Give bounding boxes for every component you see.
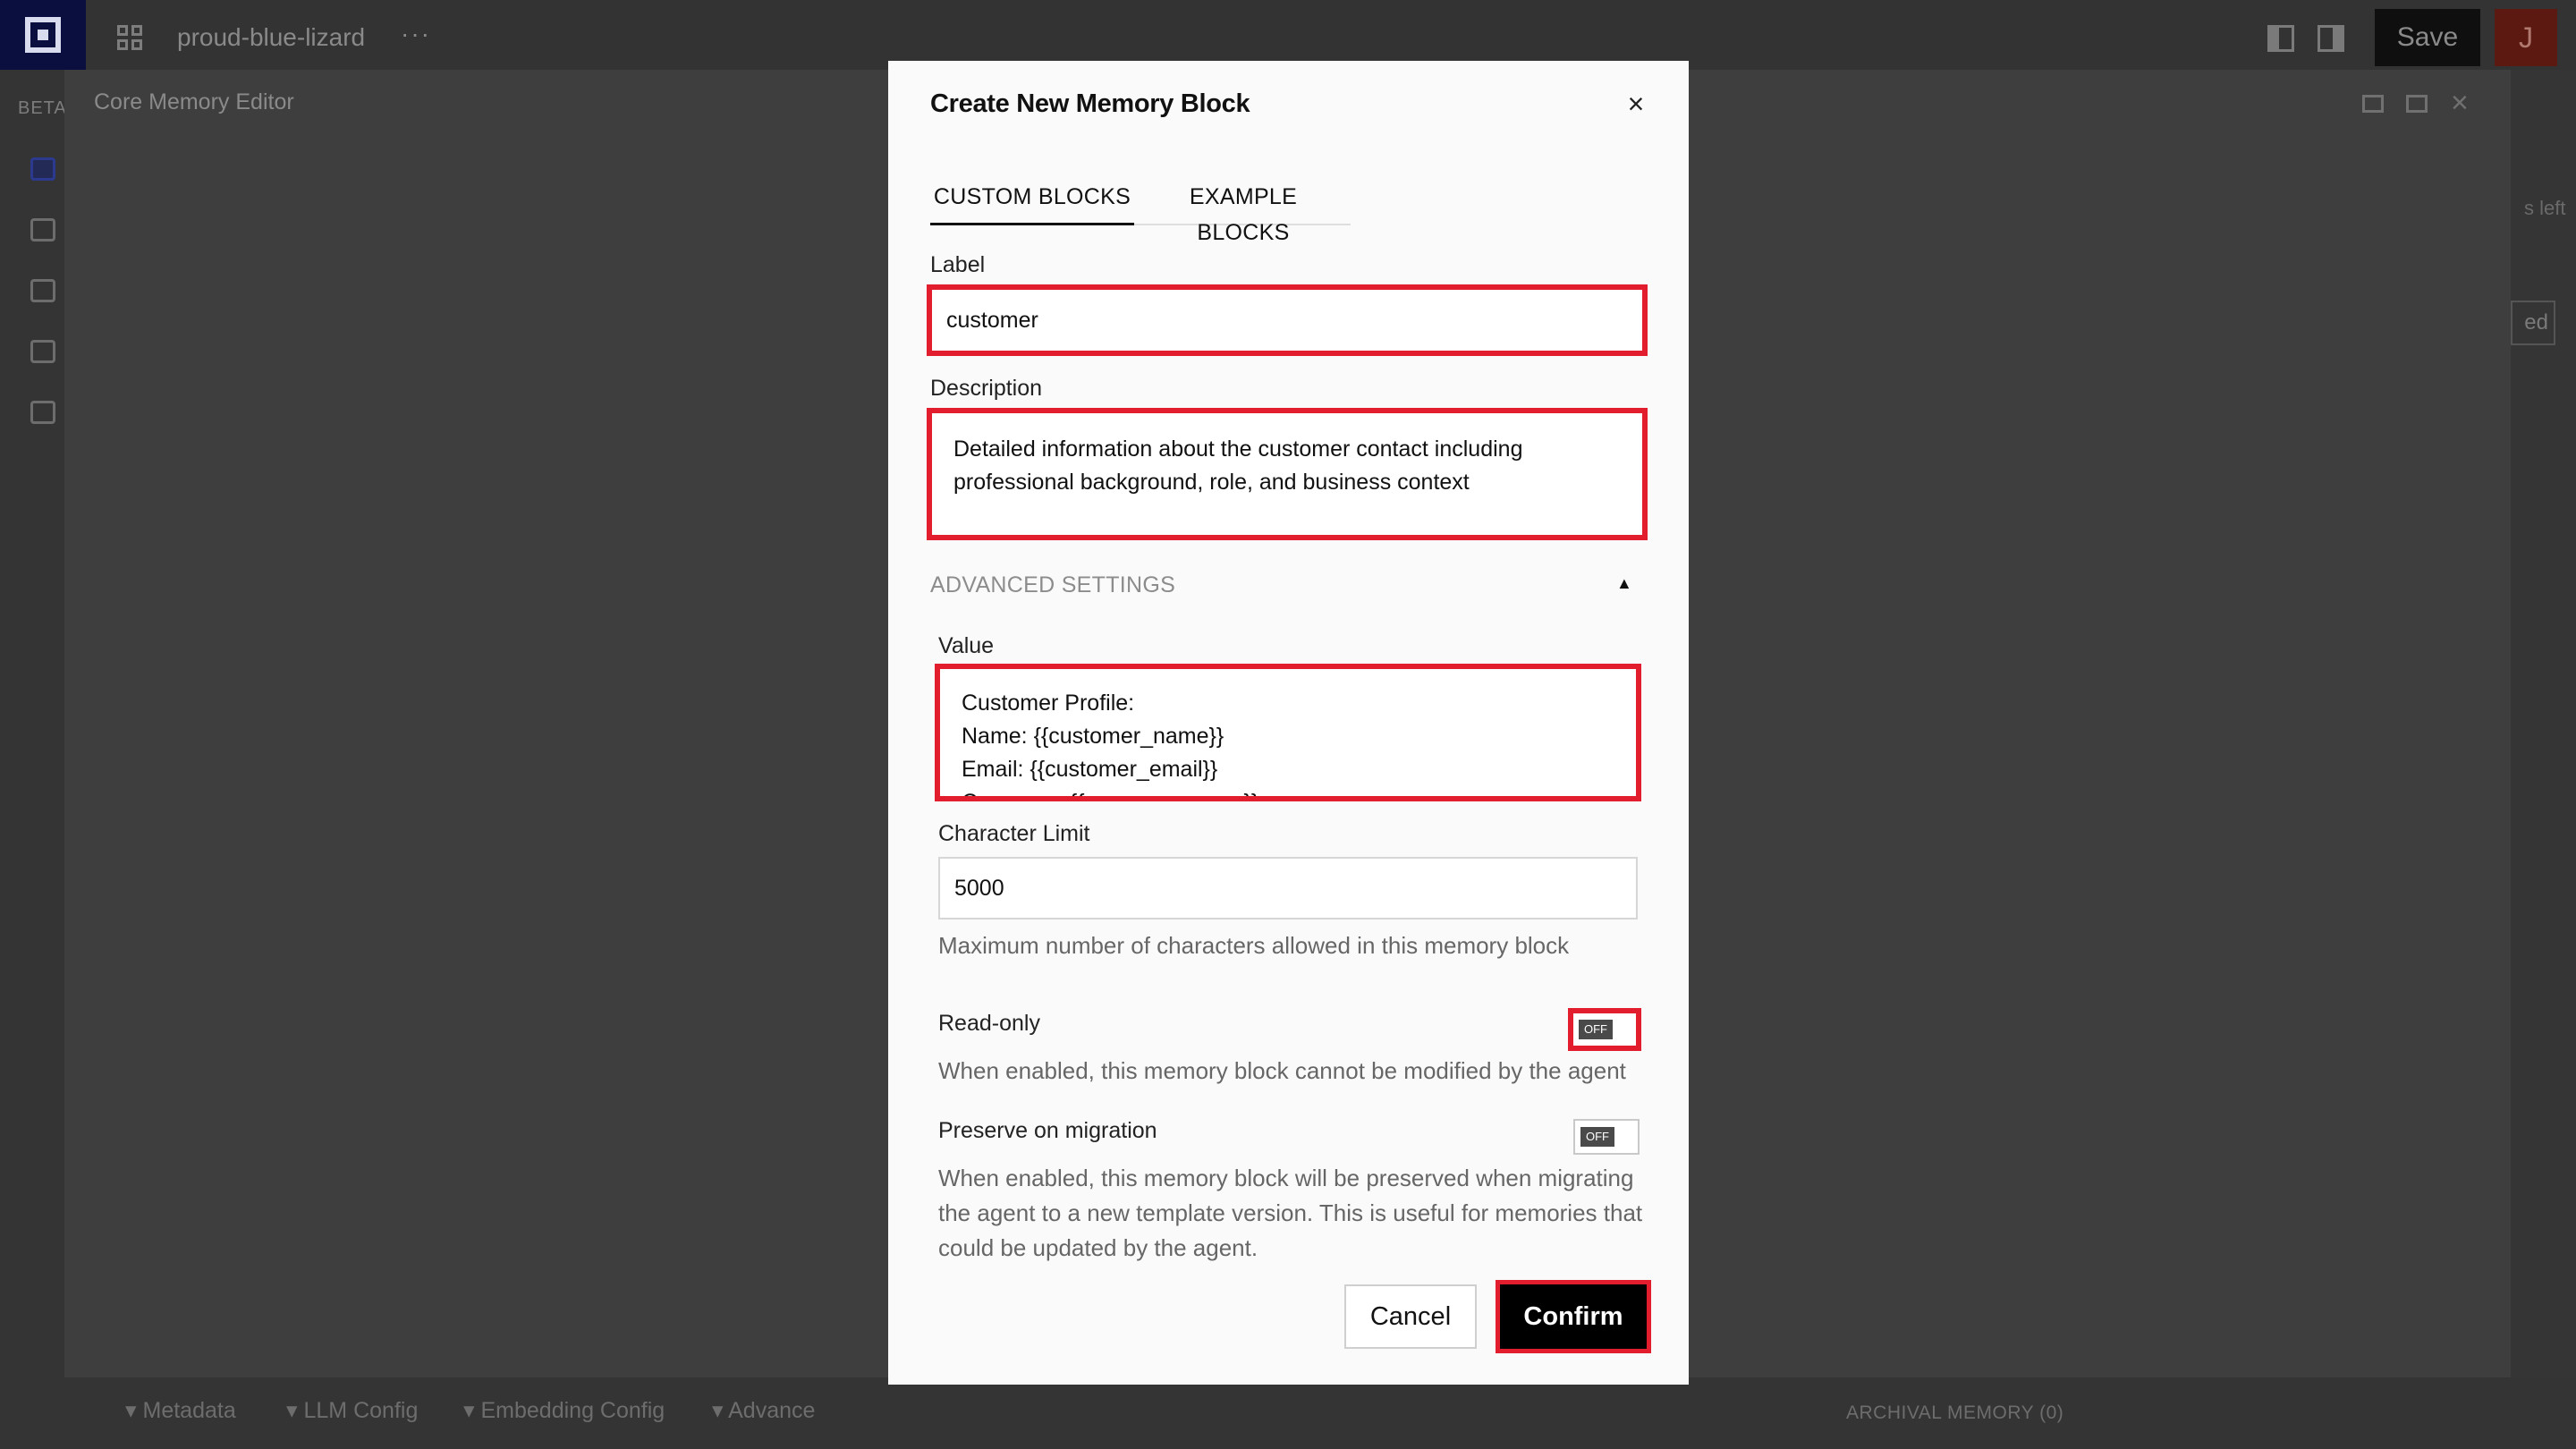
description-input[interactable]: Detailed information about the customer … [927, 408, 1648, 540]
more-options-icon[interactable]: ··· [401, 20, 431, 48]
top-bar: proud-blue-lizard ··· Save J [0, 0, 2576, 70]
toggle-left-panel-icon[interactable] [2267, 25, 2294, 52]
bottom-tab-embedding-config[interactable]: ▾ Embedding Config [463, 1397, 665, 1424]
logo-icon [25, 17, 61, 53]
popout-panel-icon[interactable] [2406, 95, 2428, 113]
value-line: Company: {{company_name}} [962, 786, 1614, 796]
label-input[interactable]: customer [927, 284, 1648, 356]
read-only-label: Read-only [938, 1011, 1040, 1036]
value-line: Email: {{customer_email}} [962, 757, 1218, 782]
bottom-tab-metadata[interactable]: ▾ Metadata [125, 1397, 236, 1424]
value-line: Customer Profile: [962, 691, 1135, 716]
close-icon[interactable]: × [1620, 88, 1652, 120]
tab-example-blocks[interactable]: EXAMPLE BLOCKS [1145, 179, 1342, 245]
right-strip [2511, 70, 2576, 1377]
character-limit-input[interactable]: 5000 [938, 857, 1638, 919]
close-panel-icon[interactable]: × [2451, 86, 2469, 121]
preserve-on-migration-toggle[interactable]: OFF [1573, 1119, 1640, 1155]
bottom-bar [64, 1377, 2576, 1449]
preserve-on-migration-label: Preserve on migration [938, 1118, 1157, 1143]
settings-icon[interactable] [30, 401, 55, 424]
character-limit-help: Maximum number of characters allowed in … [938, 932, 1570, 959]
chart-icon[interactable] [30, 340, 55, 363]
toggle-state: OFF [1579, 1020, 1613, 1039]
editor-title: Core Memory Editor [94, 89, 294, 114]
read-only-toggle[interactable]: OFF [1568, 1008, 1641, 1051]
toggle-right-panel-icon[interactable] [2318, 25, 2344, 52]
grid-icon[interactable] [117, 25, 144, 52]
user-avatar[interactable]: J [2495, 9, 2557, 66]
character-limit-label: Character Limit [938, 821, 1090, 846]
preserve-on-migration-help: When enabled, this memory block will be … [938, 1165, 1643, 1261]
value-line: Name: {{customer_name}} [962, 724, 1224, 749]
rocket-icon[interactable] [30, 218, 55, 242]
value-field-label: Value [938, 633, 995, 658]
dialog-title: Create New Memory Block [930, 89, 1250, 118]
toggle-state: OFF [1580, 1127, 1614, 1147]
stack-icon[interactable] [30, 279, 55, 302]
right-strip-button[interactable]: ed [2511, 301, 2555, 345]
bottom-tab-llm-config[interactable]: ▾ LLM Config [286, 1397, 418, 1424]
tab-custom-blocks[interactable]: CUSTOM BLOCKS [930, 179, 1134, 225]
maximize-panel-icon[interactable] [2362, 95, 2384, 113]
label-field-label: Label [930, 252, 986, 277]
save-button[interactable]: Save [2375, 9, 2480, 66]
create-memory-block-dialog: Create New Memory Block × CUSTOM BLOCKS … [888, 61, 1689, 1385]
right-strip-fragment: s left [2524, 197, 2566, 219]
caret-up-icon[interactable]: ▲ [1616, 574, 1632, 593]
description-field-label: Description [930, 376, 1043, 401]
archival-memory-label[interactable]: ARCHIVAL MEMORY (0) [1846, 1402, 2063, 1424]
left-rail [0, 70, 64, 1449]
beta-badge: BETA [18, 98, 67, 118]
project-name[interactable]: proud-blue-lizard [177, 23, 365, 52]
read-only-help: When enabled, this memory block cannot b… [938, 1057, 1626, 1084]
advanced-settings-toggle[interactable]: ADVANCED SETTINGS [930, 572, 1175, 598]
confirm-button[interactable]: Confirm [1496, 1280, 1651, 1353]
bottom-tab-advanced[interactable]: ▾ Advance [712, 1397, 815, 1424]
app-logo[interactable] [0, 0, 86, 70]
block-type-tabs: CUSTOM BLOCKS EXAMPLE BLOCKS [930, 179, 1351, 245]
home-icon[interactable] [30, 157, 55, 181]
value-textarea[interactable]: Customer Profile: Name: {{customer_name}… [935, 664, 1641, 801]
cancel-button[interactable]: Cancel [1344, 1284, 1477, 1349]
